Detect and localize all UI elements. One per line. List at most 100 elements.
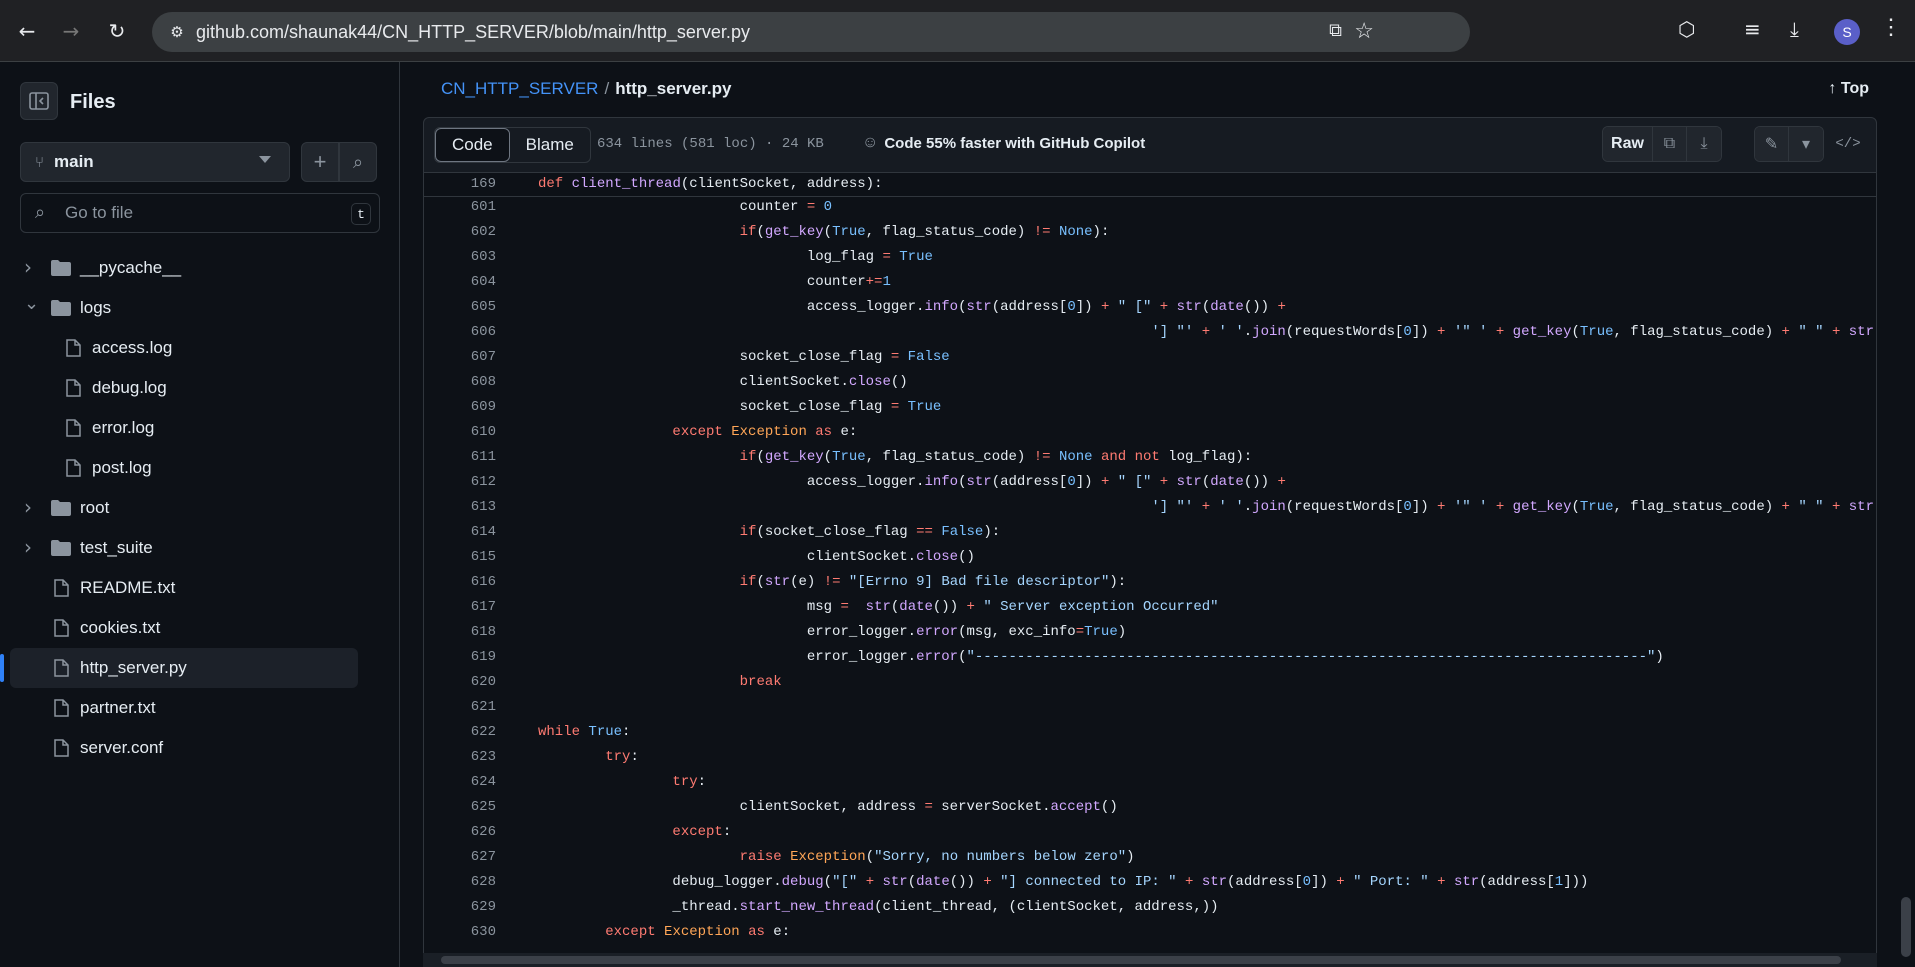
code-line[interactable]: 626 except:: [424, 820, 1876, 845]
code-line[interactable]: 629 _thread.start_new_thread(client_thre…: [424, 895, 1876, 920]
tree-file[interactable]: server.conf: [0, 728, 400, 768]
code-line[interactable]: 607 socket_close_flag = False: [424, 345, 1876, 370]
code-line[interactable]: 617 msg = str(date()) + " Server excepti…: [424, 595, 1876, 620]
code-line[interactable]: 613 '] "' + ' '.join(requestWords[0]) + …: [424, 495, 1876, 520]
line-number[interactable]: 608: [424, 370, 496, 395]
code-line[interactable]: 630 except Exception as e:: [424, 920, 1876, 945]
vertical-scrollbar[interactable]: [1897, 62, 1915, 967]
line-number[interactable]: 626: [424, 820, 496, 845]
line-number[interactable]: 615: [424, 545, 496, 570]
code-line[interactable]: 604 counter+=1: [424, 270, 1876, 295]
code-line[interactable]: 624 try:: [424, 770, 1876, 795]
line-number[interactable]: 628: [424, 870, 496, 895]
code-line[interactable]: 611 if(get_key(True, flag_status_code) !…: [424, 445, 1876, 470]
line-number[interactable]: 614: [424, 520, 496, 545]
line-number[interactable]: 622: [424, 720, 496, 745]
code-line[interactable]: 605 access_logger.info(str(address[0]) +…: [424, 295, 1876, 320]
line-number[interactable]: 618: [424, 620, 496, 645]
back-arrow-icon[interactable]: ←: [12, 16, 42, 46]
line-number[interactable]: 601: [424, 195, 496, 220]
profile-avatar[interactable]: S: [1834, 19, 1860, 45]
symbols-panel-icon[interactable]: </>: [1832, 128, 1864, 160]
code-line[interactable]: 615 clientSocket.close(): [424, 545, 1876, 570]
line-number[interactable]: 604: [424, 270, 496, 295]
forward-arrow-icon[interactable]: →: [56, 16, 86, 46]
downloads-icon[interactable]: ⤓: [1790, 17, 1799, 41]
breadcrumb-repo-link[interactable]: CN_HTTP_SERVER: [441, 79, 598, 98]
scrollbar-thumb[interactable]: [441, 956, 1841, 964]
code-line[interactable]: 620 break: [424, 670, 1876, 695]
tree-folder[interactable]: › __pycache__: [0, 248, 400, 288]
reload-icon[interactable]: ↻: [102, 16, 132, 46]
search-code-button[interactable]: ⌕: [339, 142, 377, 182]
chevron-right-icon[interactable]: ›: [24, 495, 32, 519]
code-line[interactable]: 627 raise Exception("Sorry, no numbers b…: [424, 845, 1876, 870]
code-line[interactable]: 612 access_logger.info(str(address[0]) +…: [424, 470, 1876, 495]
code-line[interactable]: 603 log_flag = True: [424, 245, 1876, 270]
line-number[interactable]: 616: [424, 570, 496, 595]
branch-select-button[interactable]: ⑂ main: [20, 142, 290, 182]
code-line[interactable]: 619 error_logger.error("----------------…: [424, 645, 1876, 670]
url-text[interactable]: github.com/shaunak44/CN_HTTP_SERVER/blob…: [196, 22, 750, 43]
code-line[interactable]: 609 socket_close_flag = True: [424, 395, 1876, 420]
code-line[interactable]: 606 '] "' + ' '.join(requestWords[0]) + …: [424, 320, 1876, 345]
code-line[interactable]: 608 clientSocket.close(): [424, 370, 1876, 395]
chevron-right-icon[interactable]: ›: [24, 535, 32, 559]
install-app-icon[interactable]: ⧉: [1329, 20, 1342, 41]
tree-file[interactable]: debug.log: [0, 368, 400, 408]
line-number[interactable]: 627: [424, 845, 496, 870]
code-line[interactable]: 602 if(get_key(True, flag_status_code) !…: [424, 220, 1876, 245]
pencil-icon[interactable]: ✎: [1755, 127, 1789, 161]
tree-file[interactable]: partner.txt: [0, 688, 400, 728]
tree-folder[interactable]: › test_suite: [0, 528, 400, 568]
back-to-top-button[interactable]: ↑ Top: [1828, 80, 1869, 98]
line-number[interactable]: 624: [424, 770, 496, 795]
chevron-right-icon[interactable]: ›: [24, 255, 32, 279]
tree-folder[interactable]: ⌄ logs: [0, 288, 400, 328]
sticky-scope-header[interactable]: 169 def client_thread(clientSocket, addr…: [424, 173, 1876, 197]
tree-folder[interactable]: › root: [0, 488, 400, 528]
extensions-icon[interactable]: ⬡: [1678, 17, 1695, 41]
line-number[interactable]: 602: [424, 220, 496, 245]
tab-code[interactable]: Code: [435, 128, 510, 162]
line-number[interactable]: 619: [424, 645, 496, 670]
go-to-file-input[interactable]: [65, 203, 325, 223]
go-to-file-field[interactable]: ⌕ t: [20, 193, 380, 233]
line-number[interactable]: 610: [424, 420, 496, 445]
raw-button[interactable]: Raw: [1603, 127, 1653, 161]
code-line[interactable]: 621: [424, 695, 1876, 720]
line-number[interactable]: 613: [424, 495, 496, 520]
chevron-down-icon[interactable]: ⌄: [24, 293, 39, 314]
code-line[interactable]: 628 debug_logger.debug("[" + str(date())…: [424, 870, 1876, 895]
line-number[interactable]: 630: [424, 920, 496, 945]
copilot-promo-link[interactable]: ☺ Code 55% faster with GitHub Copilot: [862, 134, 1145, 152]
line-number[interactable]: 620: [424, 670, 496, 695]
tree-file[interactable]: error.log: [0, 408, 400, 448]
line-number[interactable]: 607: [424, 345, 496, 370]
download-icon[interactable]: ⤓: [1687, 127, 1721, 161]
copy-icon[interactable]: ⧉: [1653, 127, 1687, 161]
line-number[interactable]: 606: [424, 320, 496, 345]
line-number[interactable]: 605: [424, 295, 496, 320]
tree-file[interactable]: cookies.txt: [0, 608, 400, 648]
media-queue-icon[interactable]: ≡: [1744, 17, 1761, 41]
line-number[interactable]: 625: [424, 795, 496, 820]
site-settings-icon[interactable]: ⚙: [166, 21, 188, 43]
line-number[interactable]: 617: [424, 595, 496, 620]
collapse-sidebar-button[interactable]: [20, 82, 58, 120]
tree-file[interactable]: post.log: [0, 448, 400, 488]
line-number[interactable]: 609: [424, 395, 496, 420]
browser-menu-icon[interactable]: ⋮: [1880, 14, 1902, 40]
line-number[interactable]: 621: [424, 695, 496, 720]
line-number[interactable]: 623: [424, 745, 496, 770]
code-line[interactable]: 616 if(str(e) != "[Errno 9] Bad file des…: [424, 570, 1876, 595]
code-line[interactable]: 622 while True:: [424, 720, 1876, 745]
address-bar[interactable]: ⚙ github.com/shaunak44/CN_HTTP_SERVER/bl…: [152, 12, 1470, 52]
scrollbar-thumb[interactable]: [1901, 897, 1911, 957]
code-line[interactable]: 618 error_logger.error(msg, exc_info=Tru…: [424, 620, 1876, 645]
code-line[interactable]: 601 counter = 0: [424, 195, 1876, 220]
tree-file[interactable]: README.txt: [0, 568, 400, 608]
tree-file[interactable]: access.log: [0, 328, 400, 368]
chevron-down-icon[interactable]: ▾: [1789, 127, 1823, 161]
line-number[interactable]: 611: [424, 445, 496, 470]
